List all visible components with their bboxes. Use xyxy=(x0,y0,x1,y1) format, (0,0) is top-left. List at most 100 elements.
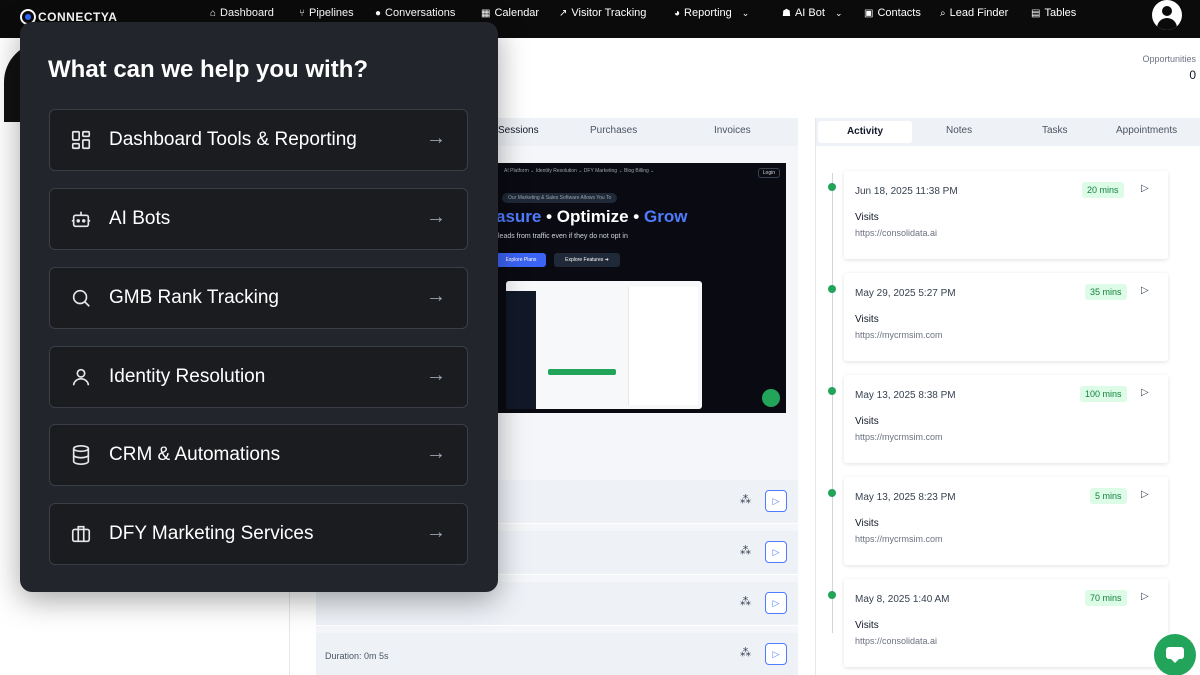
nav-item-pipelines[interactable]: ⑂ Pipelines xyxy=(299,7,354,19)
nav-label: Contacts xyxy=(877,7,921,19)
user-icon xyxy=(72,368,90,386)
chart-icon: ↗ xyxy=(559,7,568,19)
sitemap-icon[interactable]: ⁂ xyxy=(740,544,751,557)
nav-item-conversations[interactable]: ● Conversations xyxy=(375,7,455,19)
activity-type: Visits xyxy=(855,620,879,631)
search-icon xyxy=(72,289,90,307)
activity-date: May 29, 2025 5:27 PM xyxy=(855,288,956,299)
help-item-ai-bots[interactable]: AI Bots → xyxy=(49,188,468,250)
session-row[interactable]: Duration: 0m 5s ⁂ ▷ xyxy=(316,633,798,675)
preview-headline-a: asure xyxy=(496,207,542,226)
play-button[interactable]: ▷ xyxy=(765,541,787,563)
table-icon: ▤ xyxy=(1031,7,1041,19)
activity-card[interactable]: May 29, 2025 5:27 PM 35 mins ▷ Visits ht… xyxy=(828,273,1168,361)
sitemap-icon[interactable]: ⁂ xyxy=(740,493,751,506)
tab-notes[interactable]: Notes xyxy=(946,125,972,136)
timeline-dot xyxy=(828,183,836,191)
help-item-dashboard-tools[interactable]: Dashboard Tools & Reporting → xyxy=(49,109,468,171)
activity-card[interactable]: May 13, 2025 8:38 PM 100 mins ▷ Visits h… xyxy=(828,375,1168,463)
nav-item-lead-finder[interactable]: ⌕ Lead Finder xyxy=(940,7,1008,19)
help-item-crm-automations[interactable]: CRM & Automations → xyxy=(49,424,468,486)
calendar-icon: ▦ xyxy=(481,7,491,19)
chevron-down-icon: ⌄ xyxy=(741,7,750,18)
nav-item-ai-bot[interactable]: ☗ AI Bot ⌄ xyxy=(782,7,842,19)
timeline-dot xyxy=(828,591,836,599)
activity-type: Visits xyxy=(855,212,879,223)
play-button[interactable]: ▷ xyxy=(765,592,787,614)
activity-card[interactable]: Jun 18, 2025 11:38 PM 20 mins ▷ Visits h… xyxy=(828,171,1168,259)
activity-card[interactable]: May 8, 2025 1:40 AM 70 mins ▷ Visits htt… xyxy=(828,579,1168,667)
play-icon[interactable]: ▷ xyxy=(1141,183,1149,194)
sitemap-icon[interactable]: ⁂ xyxy=(740,595,751,608)
activity-url[interactable]: https://mycrmsim.com xyxy=(855,330,943,340)
tab-tasks[interactable]: Tasks xyxy=(1042,125,1068,136)
duration-badge: 70 mins xyxy=(1085,590,1127,606)
nav-label: AI Bot xyxy=(794,7,825,19)
nav-item-reporting[interactable]: ◕ Reporting ⌄ xyxy=(674,7,749,19)
tab-invoices[interactable]: Invoices xyxy=(714,125,751,136)
nav-item-calendar[interactable]: ▦ Calendar xyxy=(481,7,539,19)
activity-date: May 8, 2025 1:40 AM xyxy=(855,594,950,605)
chevron-down-icon: ⌄ xyxy=(834,7,843,18)
contact-icon: ▣ xyxy=(864,7,874,19)
preview-explore-features: Explore Features ➔ xyxy=(554,253,620,267)
activity-url[interactable]: https://consolidata.ai xyxy=(855,636,937,646)
opportunities-label: Opportunities xyxy=(1142,54,1196,64)
help-title: What can we help you with? xyxy=(48,56,369,83)
arrow-right-icon: → xyxy=(426,442,446,464)
help-item-label: CRM & Automations xyxy=(109,444,281,465)
nav-item-contacts[interactable]: ▣ Contacts xyxy=(864,7,921,19)
pipeline-icon: ⑂ xyxy=(299,7,305,19)
play-icon[interactable]: ▷ xyxy=(1141,489,1149,500)
nav-label: Conversations xyxy=(385,7,456,19)
help-item-label: DFY Marketing Services xyxy=(109,523,314,544)
play-icon[interactable]: ▷ xyxy=(1141,387,1149,398)
tab-purchases[interactable]: Purchases xyxy=(590,125,637,136)
profile-avatar[interactable] xyxy=(1152,0,1182,30)
play-button[interactable]: ▷ xyxy=(765,643,787,665)
home-icon: ⌂ xyxy=(210,7,217,19)
help-menu-popup: What can we help you with? Dashboard Too… xyxy=(20,22,498,592)
activity-card[interactable]: May 13, 2025 8:23 PM 5 mins ▷ Visits htt… xyxy=(828,477,1168,565)
nav-item-dashboard[interactable]: ⌂ Dashboard xyxy=(210,7,274,19)
help-item-identity-resolution[interactable]: Identity Resolution → xyxy=(49,346,468,408)
tab-appointments[interactable]: Appointments xyxy=(1116,125,1177,136)
nav-label: Dashboard xyxy=(220,7,274,19)
duration-badge: 35 mins xyxy=(1085,284,1127,300)
help-item-label: GMB Rank Tracking xyxy=(109,287,279,308)
timeline-line xyxy=(832,173,833,633)
help-item-gmb-rank[interactable]: GMB Rank Tracking → xyxy=(49,267,468,329)
preview-mock-sidebar xyxy=(506,291,536,409)
help-item-dfy-marketing[interactable]: DFY Marketing Services → xyxy=(49,503,468,565)
chat-widget-button[interactable] xyxy=(1154,634,1196,675)
play-button[interactable]: ▷ xyxy=(765,490,787,512)
session-page-preview[interactable]: AI Platform ⌄ Identity Resolution ⌄ DFY … xyxy=(496,163,786,413)
nav-item-tables[interactable]: ▤ Tables xyxy=(1031,7,1076,19)
preview-mock-list xyxy=(628,287,698,405)
nav-label: Tables xyxy=(1044,7,1077,19)
activity-url[interactable]: https://mycrmsim.com xyxy=(855,432,943,442)
activity-type: Visits xyxy=(855,314,879,325)
nav-label: Pipelines xyxy=(309,7,354,19)
opportunities-summary: Opportunities 0 xyxy=(1142,54,1196,82)
preview-headline: asure • Optimize • Grow xyxy=(496,207,687,227)
help-item-label: AI Bots xyxy=(109,208,171,229)
preview-nav: AI Platform ⌄ Identity Resolution ⌄ DFY … xyxy=(504,168,655,174)
arrow-right-icon: → xyxy=(426,364,446,386)
sitemap-icon[interactable]: ⁂ xyxy=(740,646,751,659)
activity-tabs: Activity Notes Tasks Appointments xyxy=(816,118,1200,146)
play-icon[interactable]: ▷ xyxy=(1141,285,1149,296)
nav-item-visitor-tracking[interactable]: ↗ Visitor Tracking xyxy=(559,7,646,19)
timeline-dot xyxy=(828,387,836,395)
dashboard-grid-icon xyxy=(71,130,91,150)
preview-headline-c: Grow xyxy=(643,207,688,226)
tab-activity[interactable]: Activity xyxy=(818,121,912,143)
briefcase-icon xyxy=(71,525,91,543)
play-icon[interactable]: ▷ xyxy=(1141,591,1149,602)
tab-sessions[interactable]: Sessions xyxy=(498,125,539,136)
activity-url[interactable]: https://mycrmsim.com xyxy=(855,534,943,544)
activity-url[interactable]: https://consolidata.ai xyxy=(855,228,937,238)
chat-icon: ● xyxy=(375,7,382,19)
duration-badge: 20 mins xyxy=(1082,182,1124,198)
help-item-label: Identity Resolution xyxy=(109,366,266,387)
